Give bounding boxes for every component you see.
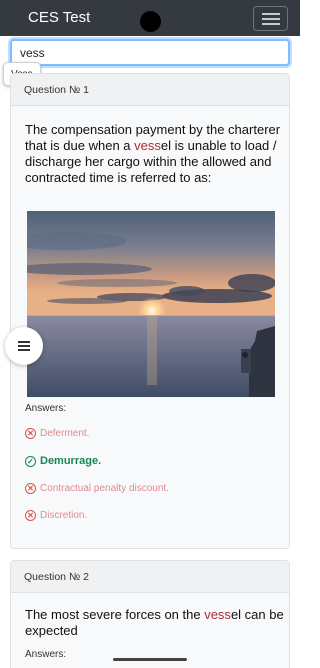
answers-label: Answers:	[25, 403, 67, 414]
camera-cutout	[140, 11, 161, 32]
check-circle-icon: ✓	[25, 455, 36, 467]
question-card: Question № 2 The most severe forces on t…	[10, 560, 290, 668]
hamburger-icon	[262, 13, 280, 15]
hamburger-icon	[18, 341, 30, 343]
navbar: CES Test	[0, 0, 300, 36]
home-indicator	[113, 658, 187, 661]
menu-toggle-button[interactable]	[253, 6, 288, 31]
x-circle-icon: ✕	[25, 483, 36, 494]
question-text: The compensation payment by the chartere…	[25, 122, 281, 185]
search-input[interactable]	[10, 39, 290, 66]
app-title[interactable]: CES Test	[28, 9, 90, 26]
x-circle-icon: ✕	[25, 510, 36, 521]
answers-label: Answers:	[25, 649, 67, 660]
answer-option-correct[interactable]: ✓ Demurrage.	[25, 455, 101, 467]
question-header: Question № 1	[11, 74, 289, 106]
x-circle-icon: ✕	[25, 428, 36, 439]
question-text: The most severe forces on the vessel can…	[25, 607, 284, 638]
answer-option[interactable]: ✕ Contractual penalty discount.	[25, 483, 169, 494]
search-highlight: vess	[134, 138, 161, 153]
answer-option[interactable]: ✕ Discretion.	[25, 510, 87, 521]
question-card: Question № 1 The compensation payment by…	[10, 73, 290, 549]
question-header: Question № 2	[11, 561, 289, 593]
search-highlight: vess	[204, 607, 231, 622]
question-image	[27, 211, 275, 397]
floating-menu-button[interactable]	[5, 327, 43, 365]
answer-option[interactable]: ✕ Deferment.	[25, 428, 89, 439]
